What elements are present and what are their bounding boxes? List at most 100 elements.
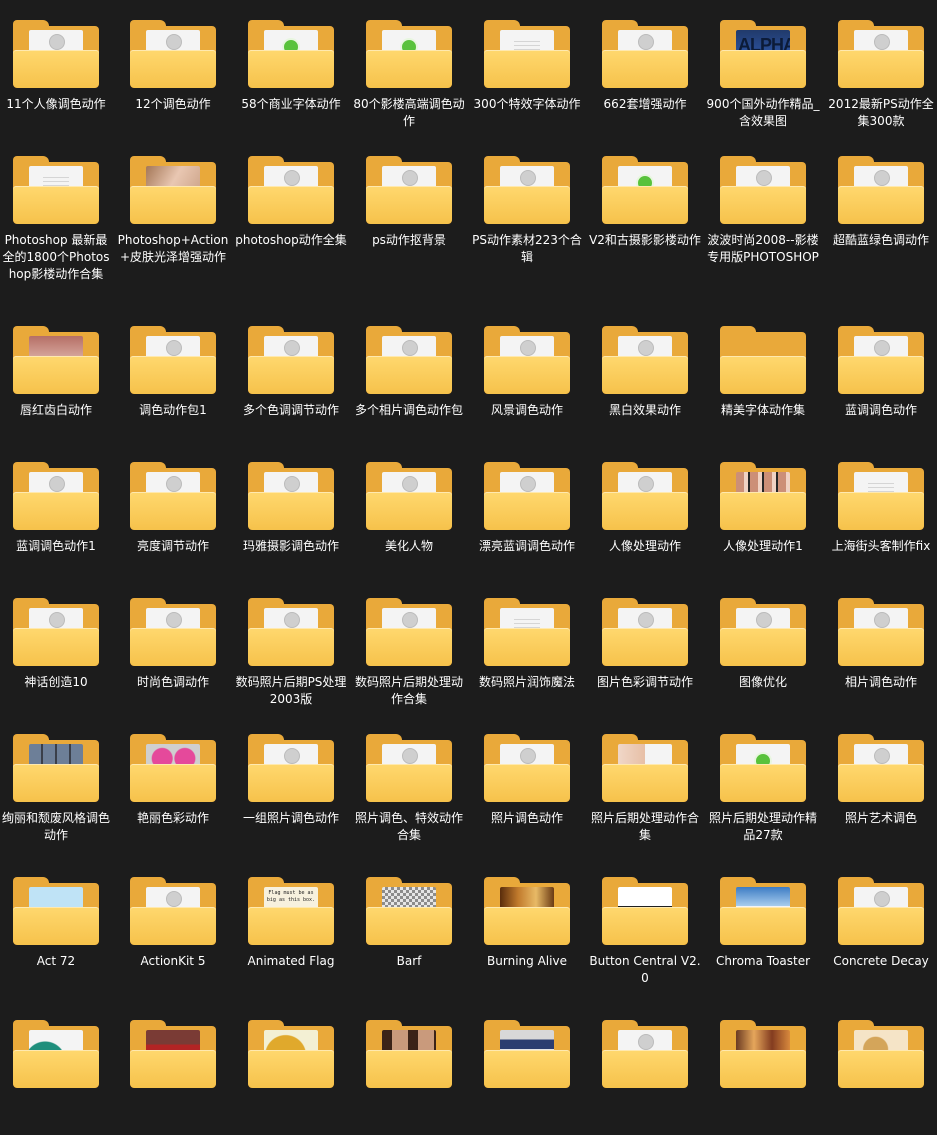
folder-label: Animated Flag xyxy=(247,954,335,968)
folder-item[interactable]: 多个色调调节动作 xyxy=(232,306,350,441)
folder-item[interactable]: 多个相片调色动作包 xyxy=(350,306,468,441)
folder-item[interactable]: 相片调色动作 xyxy=(822,578,937,713)
folder-item[interactable] xyxy=(0,1000,115,1135)
folder-icon xyxy=(130,1020,216,1088)
folder-item[interactable] xyxy=(350,1000,468,1135)
folder-item[interactable]: 照片后期处理动作精品27款 xyxy=(704,714,822,849)
folder-item[interactable]: 精美字体动作集 xyxy=(704,306,822,441)
folder-label: 绚丽和颓废风格调色动作 xyxy=(1,811,110,842)
folder-label: Burning Alive xyxy=(487,954,567,968)
folder-item[interactable]: 蓝调调色动作 xyxy=(822,306,937,441)
folder-item[interactable]: photoshop动作全集 xyxy=(232,136,350,271)
folder-item[interactable] xyxy=(232,1000,350,1135)
folder-item[interactable]: Burning Alive xyxy=(468,857,586,992)
folder-icon: ALPHA xyxy=(720,20,806,88)
folder-item[interactable]: 照片后期处理动作合集 xyxy=(586,714,704,849)
folder-item[interactable]: 11个人像调色动作 xyxy=(0,0,115,135)
folder-icon xyxy=(720,877,806,945)
plugin-icon xyxy=(874,34,890,50)
folder-item[interactable]: 照片艺术调色 xyxy=(822,714,937,849)
folder-icon xyxy=(484,20,570,88)
folder-icon xyxy=(248,1020,334,1088)
folder-item[interactable]: 一组照片调色动作 xyxy=(232,714,350,849)
folder-item[interactable]: 时尚色调动作 xyxy=(114,578,232,713)
folder-item[interactable]: 300个特效字体动作 xyxy=(468,0,586,135)
folder-item[interactable]: 人像处理动作 xyxy=(586,442,704,577)
plugin-icon xyxy=(49,612,65,628)
folder-item[interactable]: 调色动作包1 xyxy=(114,306,232,441)
folder-item[interactable]: 艳丽色彩动作 xyxy=(114,714,232,849)
folder-label: ActionKit 5 xyxy=(140,954,206,968)
folder-icon xyxy=(720,1020,806,1088)
folder-item[interactable]: ActionKit 5 xyxy=(114,857,232,992)
folder-item[interactable] xyxy=(114,1000,232,1135)
folder-item[interactable]: Photoshop 最新最全的1800个Photoshop影楼动作合集 xyxy=(0,136,115,281)
folder-item[interactable]: 照片调色、特效动作合集 xyxy=(350,714,468,849)
folder-icon xyxy=(366,1020,452,1088)
folder-item[interactable]: Concrete Decay xyxy=(822,857,937,992)
folder-item[interactable]: 数码照片后期处理动作合集 xyxy=(350,578,468,713)
folder-icon xyxy=(13,877,99,945)
folder-item[interactable]: 图像优化 xyxy=(704,578,822,713)
folder-item[interactable]: 漂亮蓝调调色动作 xyxy=(468,442,586,577)
folder-label: Chroma Toaster xyxy=(715,954,811,968)
folder-label: 蓝调调色动作1 xyxy=(16,539,96,553)
folder-item[interactable] xyxy=(586,1000,704,1135)
folder-item[interactable]: 数码照片润饰魔法 xyxy=(468,578,586,713)
folder-label: 人像处理动作 xyxy=(608,539,681,553)
folder-item[interactable]: 玛雅摄影调色动作 xyxy=(232,442,350,577)
folder-icon xyxy=(484,326,570,394)
folder-icon xyxy=(13,734,99,802)
plugin-icon xyxy=(284,170,300,186)
folder-item[interactable]: 80个影楼高端调色动作 xyxy=(350,0,468,135)
folder-item[interactable]: 神话创造10 xyxy=(0,578,115,713)
folder-item[interactable]: 波波时尚2008--影楼专用版PHOTOSHOP xyxy=(704,136,822,271)
folder-item[interactable]: 黑白效果动作 xyxy=(586,306,704,441)
folder-item[interactable]: 2012最新PS动作全集300款 xyxy=(822,0,937,135)
folder-label: photoshop动作全集 xyxy=(235,233,347,247)
folder-item[interactable]: ps动作抠背景 xyxy=(350,136,468,271)
folder-label: 多个色调调节动作 xyxy=(242,403,339,417)
folder-item[interactable]: 人像处理动作1 xyxy=(704,442,822,577)
folder-icon xyxy=(838,877,924,945)
folder-item[interactable] xyxy=(468,1000,586,1135)
folder-label: 亮度调节动作 xyxy=(136,539,209,553)
folder-item[interactable]: 唇红齿白动作 xyxy=(0,306,115,441)
folder-label: 风景调色动作 xyxy=(490,403,563,417)
folder-icon xyxy=(248,598,334,666)
folder-label: 数码照片润饰魔法 xyxy=(478,675,575,689)
folder-item[interactable]: Barf xyxy=(350,857,468,992)
folder-item[interactable]: 上海街头客制作fix xyxy=(822,442,937,577)
folder-item[interactable]: 图片色彩调节动作 xyxy=(586,578,704,713)
folder-item[interactable]: 数码照片后期PS处理2003版 xyxy=(232,578,350,713)
folder-label: Button Central V2.0 xyxy=(589,954,701,985)
folder-item[interactable]: 风景调色动作 xyxy=(468,306,586,441)
folder-item[interactable]: 亮度调节动作 xyxy=(114,442,232,577)
folder-item[interactable]: PS动作素材223个合辑 xyxy=(468,136,586,271)
folder-item[interactable]: V2和古摄影影楼动作 xyxy=(586,136,704,271)
folder-icon xyxy=(366,156,452,224)
folder-item[interactable]: 662套增强动作 xyxy=(586,0,704,135)
folder-icon xyxy=(13,20,99,88)
folder-item[interactable]: Flag must be as big as this box. Animated… xyxy=(232,857,350,992)
folder-item[interactable]: 蓝调调色动作1 xyxy=(0,442,115,577)
folder-grid: 11个人像调色动作 12个调色动作 58个商业字体动作 80个影楼高端调色动作 300个… xyxy=(0,0,937,1101)
folder-item[interactable]: ALPHA 900个国外动作精品_含效果图 xyxy=(704,0,822,135)
folder-item[interactable]: 超酷蓝绿色调动作 xyxy=(822,136,937,271)
folder-item[interactable] xyxy=(822,1000,937,1135)
plugin-icon xyxy=(402,748,418,764)
folder-label: 照片后期处理动作合集 xyxy=(590,811,699,842)
folder-item[interactable]: 12个调色动作 xyxy=(114,0,232,135)
folder-item[interactable]: Chroma Toaster xyxy=(704,857,822,992)
folder-icon xyxy=(248,462,334,530)
folder-item[interactable]: 58个商业字体动作 xyxy=(232,0,350,135)
folder-icon xyxy=(13,1020,99,1088)
folder-item[interactable] xyxy=(704,1000,822,1135)
folder-item[interactable]: Button Central V2.0 xyxy=(586,857,704,992)
folder-item[interactable]: 照片调色动作 xyxy=(468,714,586,849)
folder-item[interactable]: Photoshop+Action+皮肤光泽增强动作 xyxy=(114,136,232,271)
folder-icon xyxy=(484,156,570,224)
folder-item[interactable]: Act 72 xyxy=(0,857,115,992)
folder-item[interactable]: 绚丽和颓废风格调色动作 xyxy=(0,714,115,849)
folder-item[interactable]: 美化人物 xyxy=(350,442,468,577)
